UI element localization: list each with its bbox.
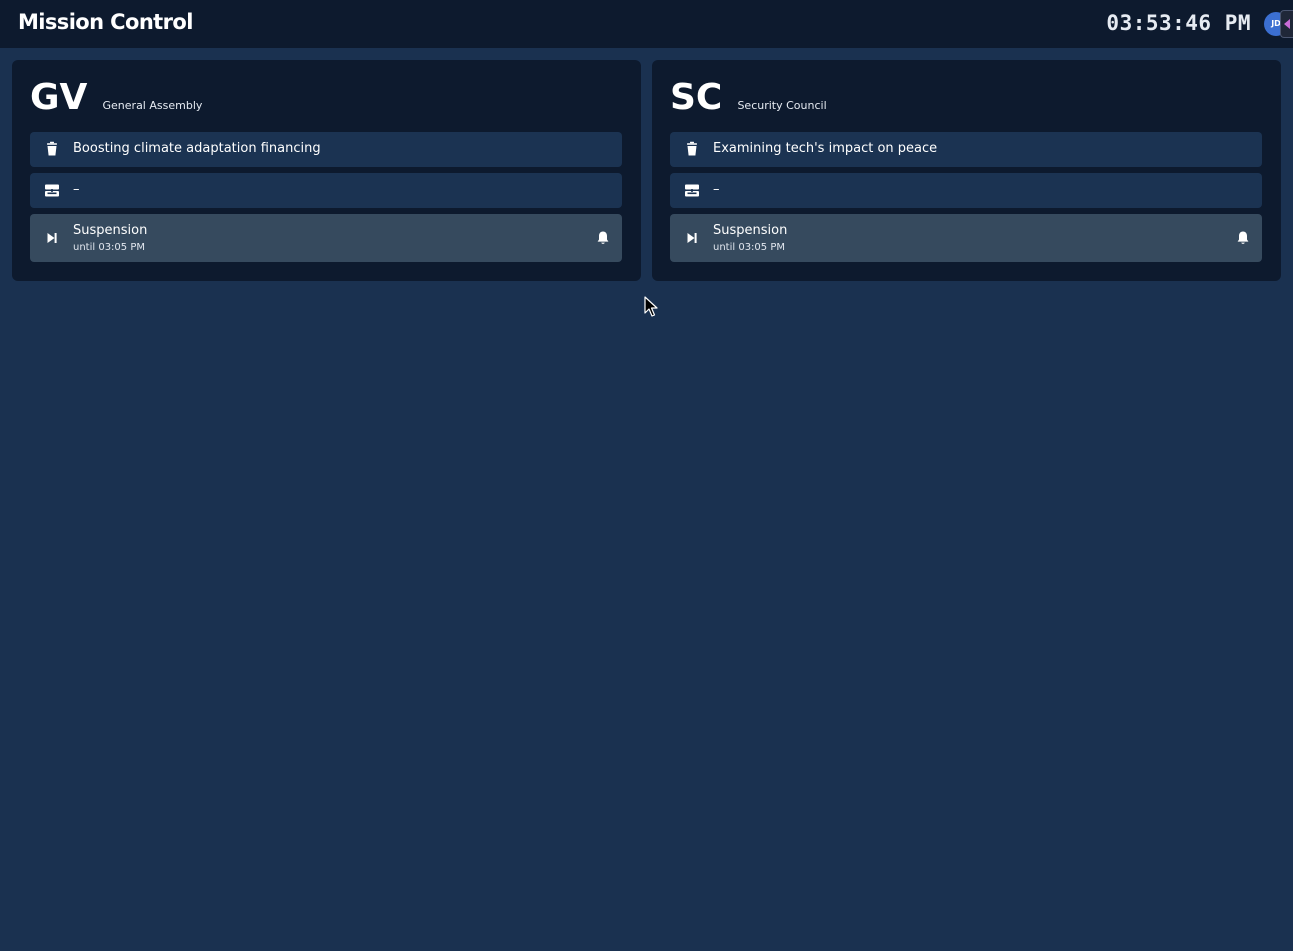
podium-icon — [45, 184, 59, 197]
cup-icon — [47, 141, 57, 156]
body-code: GV — [30, 77, 88, 118]
status-row: Suspension until 03:05 PM — [30, 214, 622, 262]
status-detail: until 03:05 PM — [713, 242, 785, 253]
app-title: Mission Control — [18, 10, 193, 34]
clock: 03:53:46 PM — [1106, 11, 1251, 35]
speaker-label: – — [713, 182, 720, 197]
speaker-label: – — [73, 182, 80, 197]
body-name: Security Council — [737, 99, 827, 112]
topic-label: Boosting climate adaptation financing — [73, 141, 321, 156]
speaker-row: – — [670, 173, 1262, 208]
body-code: SC — [670, 77, 723, 118]
body-name: General Assembly — [102, 99, 203, 112]
bell-icon[interactable] — [1235, 230, 1251, 246]
bell-icon[interactable] — [595, 230, 611, 246]
cup-icon — [687, 141, 697, 156]
caret-left-icon — [1284, 19, 1290, 29]
status-row: Suspension until 03:05 PM — [670, 214, 1262, 262]
status-label: Suspension — [73, 223, 148, 238]
topic-row: Boosting climate adaptation financing — [30, 132, 622, 167]
mouse-pointer-icon — [644, 296, 658, 317]
status-label: Suspension — [713, 223, 788, 238]
card-header: GV General Assembly — [30, 75, 202, 120]
top-bar: Mission Control 03:53:46 PM JD — [0, 0, 1293, 48]
card-header: SC Security Council — [670, 75, 827, 120]
skip-forward-icon — [687, 233, 697, 243]
status-detail: until 03:05 PM — [73, 242, 145, 253]
podium-icon — [685, 184, 699, 197]
topic-row: Examining tech's impact on peace — [670, 132, 1262, 167]
panel-toggle-button[interactable] — [1280, 10, 1293, 38]
skip-forward-icon — [47, 233, 57, 243]
body-card-general-assembly: GV General Assembly Boosting climate ada… — [12, 60, 641, 281]
speaker-row: – — [30, 173, 622, 208]
body-card-security-council: SC Security Council Examining tech's imp… — [652, 60, 1281, 281]
topic-label: Examining tech's impact on peace — [713, 141, 938, 156]
